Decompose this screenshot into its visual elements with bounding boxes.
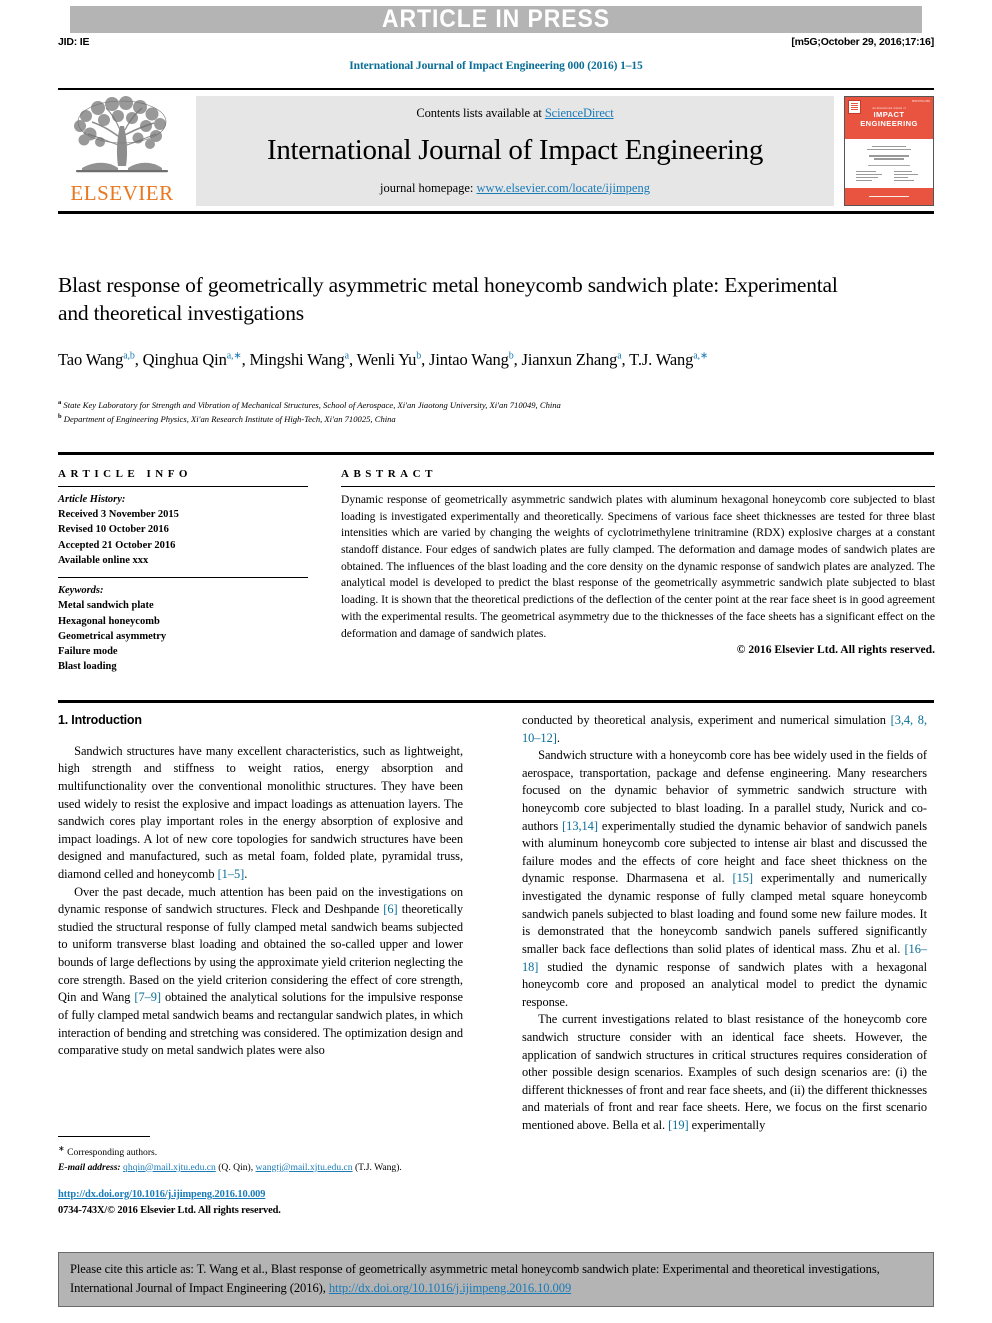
asterisk-icon: ∗ (58, 1144, 65, 1153)
paragraph: Over the past decade, much attention has… (58, 884, 463, 1058)
article-info-section: ARTICLE INFO Article History: Received 3… (58, 468, 308, 674)
paragraph: conducted by theoretical analysis, exper… (522, 713, 927, 745)
journal-reference-line: International Journal of Impact Engineer… (349, 60, 643, 72)
page-title: Blast response of geometrically asymmetr… (58, 273, 838, 325)
journal-homepage-link[interactable]: www.elsevier.com/locate/ijimpeng (477, 181, 650, 195)
masthead-center: Contents lists available at ScienceDirec… (196, 96, 834, 206)
contents-list-line: Contents lists available at ScienceDirec… (416, 106, 613, 121)
divider-below-abstract (58, 700, 934, 703)
elsevier-tree-badge-icon (848, 100, 861, 114)
cover-columns (851, 170, 927, 182)
abstract-copyright: © 2016 Elsevier Ltd. All rights reserved… (736, 643, 935, 657)
abstract-rule (341, 486, 935, 487)
history-accepted: Accepted 21 October 2016 (58, 539, 176, 551)
journal-title: International Journal of Impact Engineer… (266, 134, 764, 167)
citation-box: Please cite this article as: T. Wang et … (58, 1252, 934, 1307)
elsevier-wordmark: ELSEVIER (70, 181, 174, 205)
cover-title-line2: ENGINEERING (860, 119, 918, 128)
journal-homepage-line: journal homepage: www.elsevier.com/locat… (380, 181, 650, 196)
cover-text-block-1 (851, 145, 927, 151)
keyword-item: Geometrical asymmetry (58, 630, 167, 642)
email-owner-wang: (T.J. Wang). (354, 1161, 402, 1173)
journal-masthead: ELSEVIER Contents lists available at Sci… (58, 88, 934, 214)
elsevier-logo: ELSEVIER (58, 96, 186, 206)
keyword-item: Failure mode (58, 645, 118, 657)
body-column-right: conducted by theoretical analysis, exper… (522, 712, 927, 1135)
article-history-label: Article History: (58, 494, 126, 505)
cover-bottom-panel (845, 188, 933, 205)
citation-ref[interactable]: [19] (668, 1118, 689, 1132)
corresponding-authors-text: Corresponding authors. (67, 1147, 158, 1159)
footnote-rule (58, 1136, 150, 1137)
section-heading-introduction: 1. Introduction (58, 713, 142, 727)
citation-ref[interactable]: [7–9] (134, 990, 161, 1004)
affiliations: a State Key Laboratory for Strength and … (58, 398, 888, 426)
sciencedirect-link[interactable]: ScienceDirect (545, 106, 614, 120)
paragraph: Sandwich structures have many excellent … (58, 743, 463, 882)
keyword-item: Hexagonal honeycomb (58, 615, 160, 627)
article-in-press-label: ARTICLE IN PRESS (381, 5, 611, 33)
article-in-press-banner: ARTICLE IN PRESS (70, 5, 922, 33)
citation-doi-link[interactable]: http://dx.doi.org/10.1016/j.ijimpeng.201… (329, 1281, 571, 1295)
cover-top-panel: ISSN 0734-743X An International Journal … (845, 97, 933, 139)
history-revised: Revised 10 October 2016 (58, 524, 169, 536)
abstract-body: Dynamic response of geometrically asymme… (341, 493, 935, 640)
cover-middle-panel (845, 139, 933, 188)
email-link-qin[interactable]: qhqin@mail.xjtu.edu.cn (123, 1162, 216, 1173)
author-list: Tao Wanga,b, Qinghua Qina,∗, Mingshi Wan… (58, 350, 709, 369)
article-info-heading: ARTICLE INFO (58, 468, 192, 480)
corresponding-authors-note: ∗ Corresponding authors. (58, 1143, 463, 1161)
journal-id-row: JID: IE [m5G;October 29, 2016;17:16] (58, 36, 934, 48)
citation-ref[interactable]: [15] (733, 871, 754, 885)
citation-ref[interactable]: [16–18] (522, 942, 927, 974)
elsevier-tree-icon (74, 96, 168, 173)
email-link-wang[interactable]: wangtj@mail.xjtu.edu.cn (256, 1162, 353, 1173)
paragraph: Sandwich structure with a honeycomb core… (522, 748, 927, 1009)
abstract-section: ABSTRACT Dynamic response of geometrical… (341, 468, 935, 656)
citation-ref[interactable]: [1–5] (218, 867, 245, 881)
keywords-label: Keywords: (58, 585, 104, 597)
affiliation-b: b Department of Engineering Physics, Xi'… (58, 412, 396, 424)
doi-link[interactable]: http://dx.doi.org/10.1016/j.ijimpeng.201… (58, 1189, 265, 1200)
issn-copyright-line: 0734-743X/© 2016 Elsevier Ltd. All right… (58, 1204, 281, 1216)
affiliation-a: a State Key Laboratory for Strength and … (58, 399, 561, 410)
keywords-rule (58, 577, 308, 579)
journal-id: JID: IE (58, 36, 90, 48)
affiliation-a-text: State Key Laboratory for Strength and Vi… (63, 399, 561, 410)
production-timestamp: [m5G;October 29, 2016;17:16] (791, 36, 934, 48)
cover-text-block-2 (851, 155, 927, 160)
citation-ref[interactable]: [3,4, 8, 10–12] (522, 713, 927, 745)
keyword-item: Blast loading (58, 661, 117, 673)
email-line: E-mail address: qhqin@mail.xjtu.edu.cn (… (58, 1161, 463, 1175)
doi-line[interactable]: http://dx.doi.org/10.1016/j.ijimpeng.201… (58, 1187, 463, 1203)
citation-ref[interactable]: [13,14] (562, 819, 598, 833)
history-received: Received 3 November 2015 (58, 509, 179, 521)
keyword-item: Metal sandwich plate (58, 600, 154, 612)
contents-prefix: Contents lists available at (416, 106, 545, 120)
email-owner-qin: (Q. Qin), (218, 1161, 254, 1173)
history-online: Available online xxx (58, 554, 149, 566)
body-column-left: 1. Introduction Sandwich structures have… (58, 712, 463, 1060)
email-address-label: E-mail address: (58, 1161, 121, 1173)
paragraph: The current investigations related to bl… (522, 1012, 927, 1133)
journal-cover-thumbnail: ISSN 0734-743X An International Journal … (844, 96, 934, 206)
citation-ref[interactable]: [6] (383, 902, 397, 916)
homepage-prefix: journal homepage: (380, 180, 477, 195)
cover-issn: ISSN 0734-743X (911, 100, 930, 103)
footnote-block: ∗ Corresponding authors. E-mail address:… (58, 1136, 463, 1218)
cover-divider (867, 165, 911, 166)
abstract-heading: ABSTRACT (341, 468, 437, 480)
cover-small-top-text: An International Journal of (872, 107, 906, 111)
affiliation-b-text: Department of Engineering Physics, Xi'an… (63, 413, 396, 424)
divider-above-info (58, 452, 934, 455)
article-info-rule (58, 486, 308, 487)
